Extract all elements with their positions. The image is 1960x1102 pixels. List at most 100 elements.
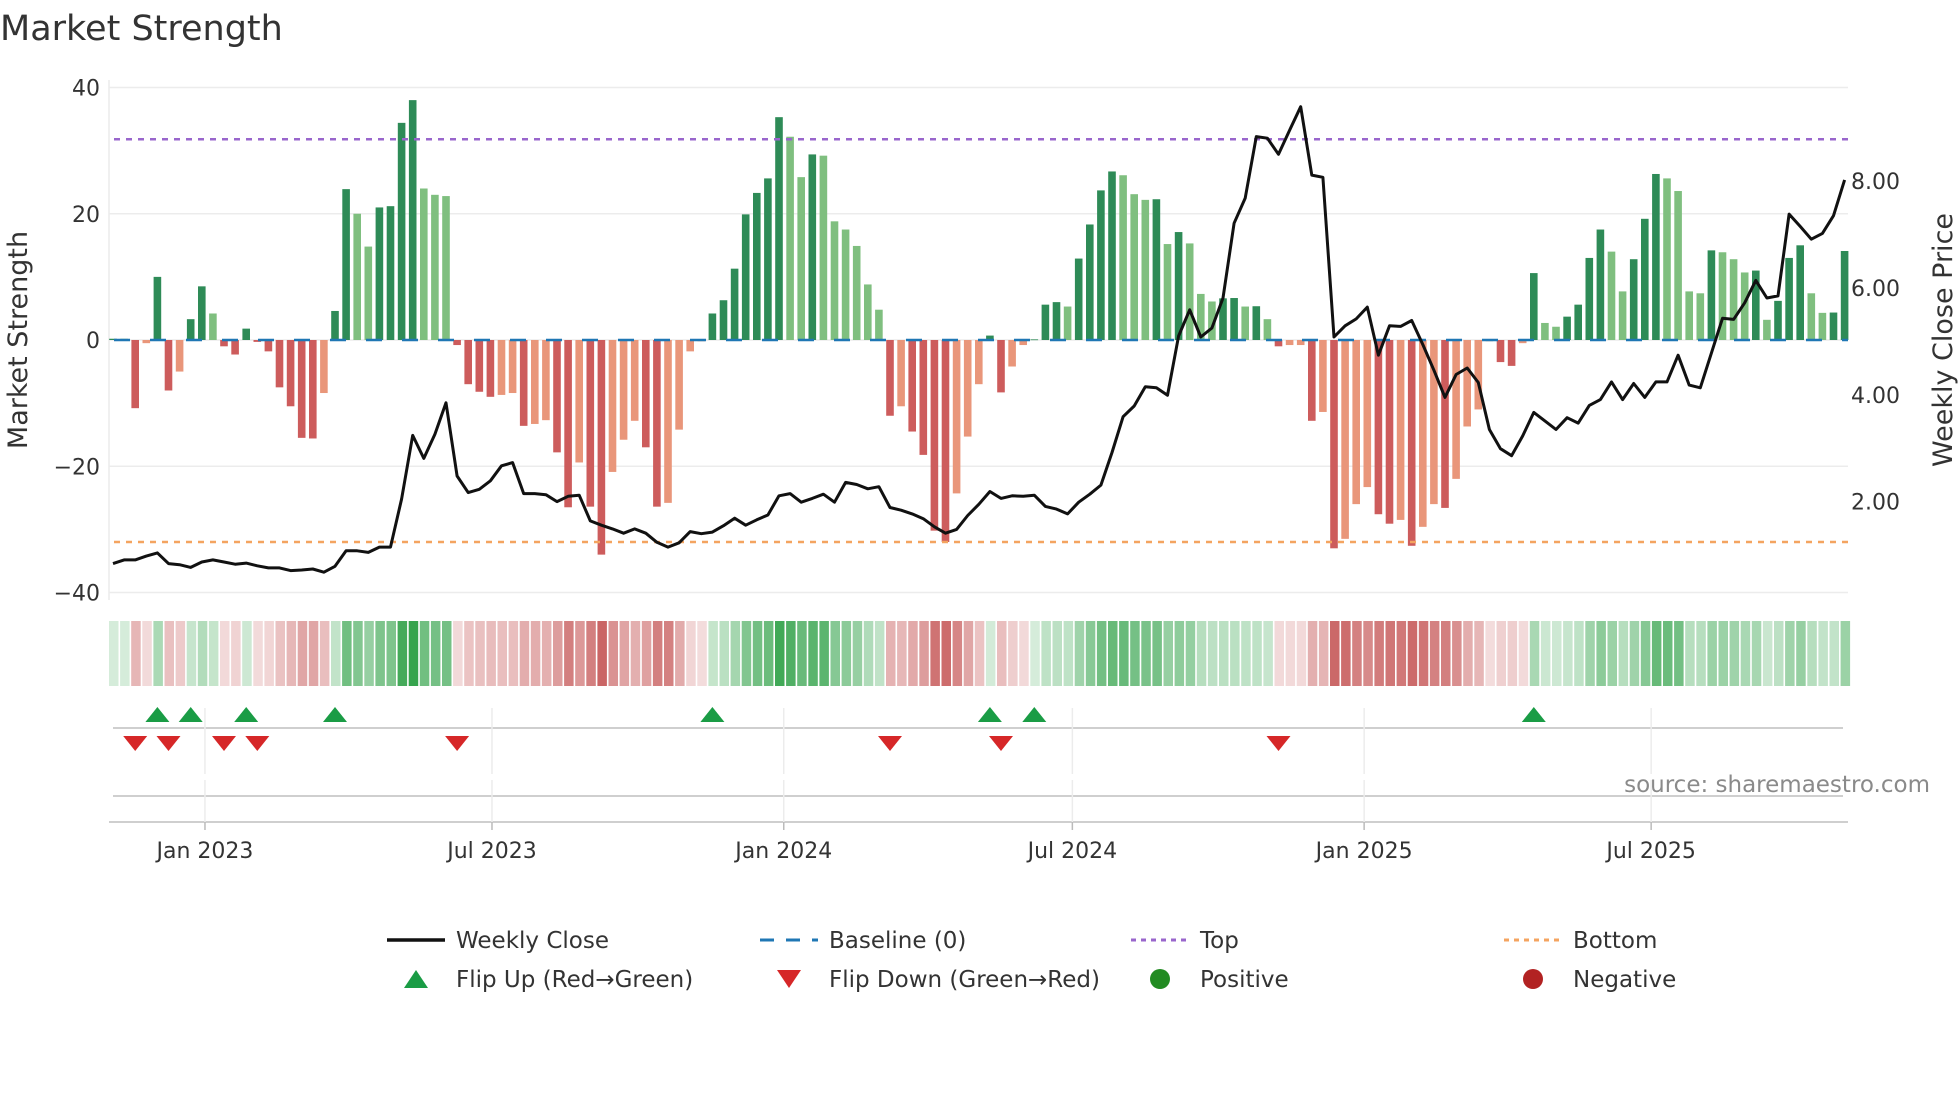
heat-cell — [231, 621, 241, 686]
strength-bar — [963, 340, 972, 437]
heat-cell — [619, 621, 630, 686]
strength-bar — [1685, 291, 1693, 340]
strength-bar — [719, 300, 728, 340]
heat-cell — [342, 621, 352, 686]
strength-bar — [508, 340, 517, 394]
strength-bar — [1252, 306, 1261, 340]
heat-cell — [908, 621, 918, 686]
heat-cell — [1640, 621, 1651, 686]
heat-cell — [408, 621, 419, 686]
y2-axis-label: Weekly Close Price — [1928, 213, 1959, 467]
heat-cell — [1341, 621, 1351, 686]
strength-bar — [497, 340, 506, 395]
heat-cell — [1119, 621, 1129, 686]
strength-bar — [553, 340, 561, 453]
heat-cell — [1552, 621, 1562, 686]
heat-cell — [1008, 621, 1018, 686]
heat-cell — [1130, 621, 1140, 686]
strength-bar — [1152, 199, 1161, 340]
heat-cell — [1407, 621, 1418, 686]
strength-bar — [519, 340, 528, 426]
heat-cell — [430, 621, 441, 686]
heat-cell — [319, 621, 330, 686]
strength-bar — [1552, 326, 1560, 340]
strength-bar — [797, 177, 805, 340]
heat-cell — [1141, 621, 1151, 686]
heat-cell — [1441, 621, 1451, 686]
strength-bar — [686, 340, 694, 352]
strength-bar — [1119, 175, 1127, 340]
heat-cell — [1585, 621, 1595, 686]
strength-bar — [1419, 340, 1427, 527]
heat-cell — [630, 621, 641, 686]
heat-cell — [941, 621, 951, 686]
heat-cell — [364, 621, 374, 686]
strength-bar — [231, 340, 239, 355]
strength-bar — [1463, 340, 1471, 427]
strength-bar — [364, 246, 373, 340]
negative-dot-icon — [1523, 969, 1543, 989]
strength-bar — [542, 340, 550, 421]
strength-bar — [642, 340, 650, 448]
flip-up-marker — [977, 707, 1002, 722]
heat-cell — [786, 621, 796, 686]
strength-bar — [1541, 322, 1549, 340]
x-tick-label: Jan 2025 — [1314, 839, 1413, 864]
heat-cell — [1318, 621, 1329, 686]
heat-cell — [1596, 621, 1606, 686]
flip-up-marker — [700, 707, 725, 722]
strength-bar — [1041, 304, 1050, 340]
heat-cell — [719, 621, 729, 686]
legend-label: Weekly Close — [456, 928, 609, 954]
heat-cell — [1263, 621, 1273, 686]
strength-bar — [1807, 293, 1816, 340]
strength-bar — [1618, 291, 1627, 340]
strength-bar — [186, 319, 195, 340]
strength-bar — [1263, 319, 1272, 340]
strength-bar — [619, 340, 628, 440]
strength-bar — [1385, 340, 1394, 524]
y2-tick-label: 6.00 — [1851, 277, 1900, 302]
strength-bar — [1108, 171, 1116, 340]
heat-cell — [1618, 621, 1629, 686]
strength-bar — [1097, 190, 1105, 340]
flip-down-marker — [245, 736, 270, 751]
strength-bar — [708, 313, 717, 340]
strength-bar — [209, 313, 217, 340]
strength-bar — [342, 189, 350, 340]
x-tick-label: Jul 2024 — [1026, 839, 1118, 864]
legend-label: Negative — [1573, 967, 1676, 993]
strength-bar — [597, 340, 606, 555]
strength-bar — [1407, 340, 1416, 546]
heat-cell — [586, 621, 596, 686]
heat-cell — [808, 621, 818, 686]
strength-bar — [886, 340, 894, 416]
legend-label: Baseline (0) — [829, 928, 966, 954]
strength-bar — [386, 206, 395, 340]
heat-cell — [652, 621, 663, 686]
flip-up-marker — [323, 707, 347, 722]
strength-bars — [109, 100, 1849, 555]
strength-bar — [975, 340, 983, 385]
flip-down-marker — [1266, 736, 1291, 751]
y-tick-label: 0 — [86, 329, 100, 354]
strength-bar — [375, 207, 384, 340]
x-tick-label: Jan 2023 — [155, 839, 254, 864]
strength-bar — [1563, 316, 1571, 340]
strength-bar — [1641, 218, 1649, 340]
y-tick-label: 40 — [72, 77, 100, 102]
strength-bar — [475, 340, 484, 392]
heat-cell — [386, 621, 396, 686]
strength-bar — [264, 340, 273, 352]
heat-cell — [819, 621, 829, 686]
heat-cell — [575, 621, 585, 686]
heat-cell — [1829, 621, 1839, 686]
heat-cell — [1574, 621, 1584, 686]
strength-bar — [1374, 340, 1383, 515]
heat-cell — [486, 621, 496, 686]
heat-cell — [1019, 621, 1029, 686]
strength-bar — [730, 268, 739, 340]
strength-bar — [309, 340, 317, 439]
heat-cell — [1063, 621, 1074, 686]
strength-bar — [1663, 178, 1671, 340]
